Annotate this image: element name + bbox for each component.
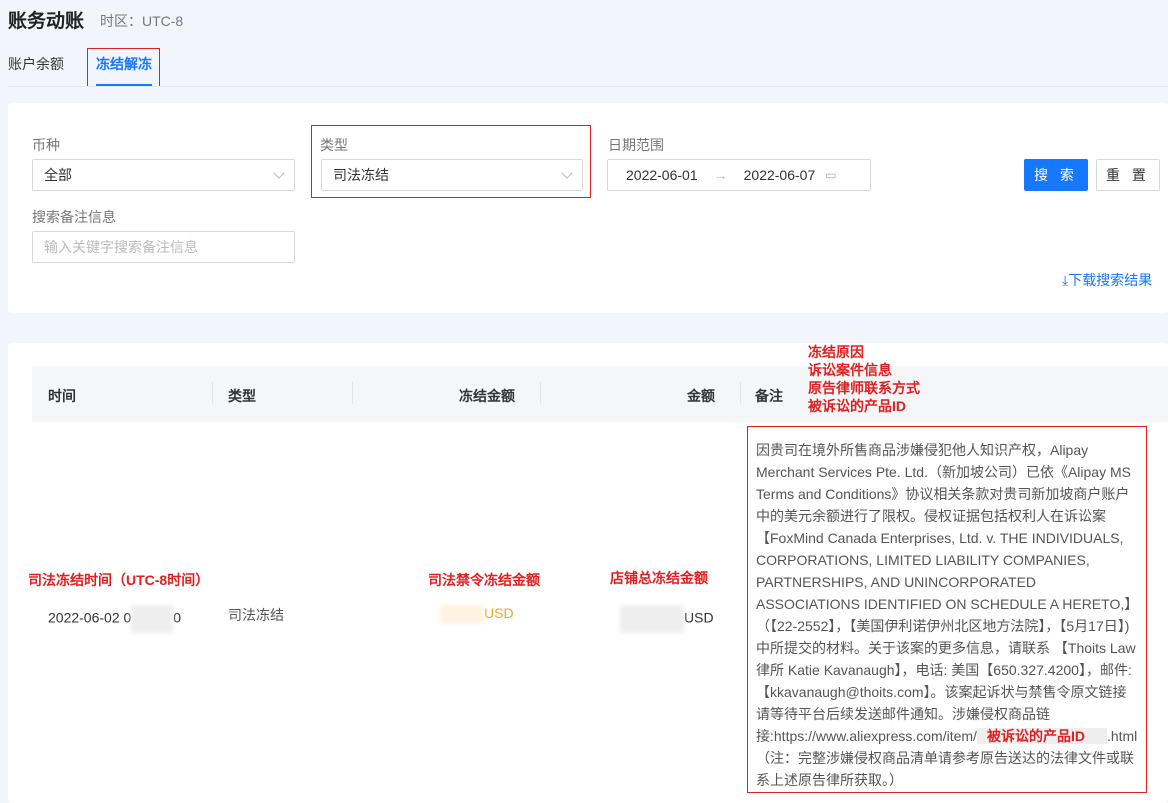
remark-text: 因贵司在境外所售商品涉嫌侵犯他人知识产权，Alipay Merchant Ser… [756,442,1136,744]
download-link[interactable]: ⤓下载搜索结果 [1062,270,1152,290]
date-range-picker[interactable]: 2022-06-01 → 2022-06-07 ▭ [607,159,871,191]
row-amount: USD [620,605,714,633]
currency-value: 全部 [44,167,72,183]
page-title: 账务动账 [8,11,85,32]
time-text: 2022-06-02 0 [48,609,132,626]
timezone-label: 时区：UTC-8 [100,13,184,29]
remark-search-input[interactable]: 输入关键字搜索备注信息 [32,231,295,263]
search-button[interactable]: 搜 索 [1024,159,1088,191]
col-divider [352,382,353,404]
col-time: 时间 [48,388,76,404]
blurred-value [131,605,174,633]
table-header [32,366,1168,422]
annotation-line: 诉讼案件信息 [808,362,892,378]
remark-annotation: 冻结原因 诉讼案件信息 原告律师联系方式 被诉讼的产品ID [808,343,920,415]
remark-search-placeholder: 输入关键字搜索备注信息 [44,239,198,255]
col-divider [540,382,541,404]
download-label: 下载搜索结果 [1068,272,1153,288]
time-text-end: 0 [173,609,182,626]
frozen-amount-annotation: 司法禁令冻结金额 [428,572,540,588]
row-time: 2022-06-02 0 0 [48,605,181,633]
row-type: 司法冻结 [228,607,284,623]
total-amount-annotation: 店铺总冻结金额 [610,570,708,586]
time-annotation: 司法冻结时间（UTC-8时间） [28,572,210,588]
remark-search-label: 搜索备注信息 [32,209,116,225]
reset-button[interactable]: 重 置 [1096,159,1160,191]
annotation-line: 原告律师联系方式 [808,380,920,396]
col-frozen-amount: 冻结金额 [459,388,515,404]
chevron-down-icon [273,167,285,179]
arrow-right-icon: → [713,167,728,183]
date-range-label: 日期范围 [608,137,664,153]
tab-account-balance[interactable]: 账户余额 [8,54,64,74]
col-type: 类型 [228,388,256,404]
tabs-divider [8,86,1168,87]
col-divider [212,382,213,404]
highlight-box [87,48,160,87]
calendar-icon: ▭ [825,168,837,182]
col-remark: 备注 [755,388,783,404]
currency-select[interactable]: 全部 [32,159,295,191]
row-frozen-amount: USD [440,605,514,624]
annotation-line: 冻结原因 [808,344,864,360]
col-divider [740,382,741,404]
currency-label: 币种 [32,137,60,153]
col-amount: 金额 [687,388,715,404]
highlight-box [311,125,591,198]
annotation-line: 被诉讼的产品ID [808,398,906,414]
currency: USD [684,609,714,626]
row-remark: 因贵司在境外所售商品涉嫌侵犯他人知识产权，Alipay Merchant Ser… [747,426,1147,793]
blurred-value [440,605,484,624]
blurred-value [620,605,684,633]
product-id-annotation: 被诉讼的产品ID [976,728,1107,744]
currency: USD [484,605,514,621]
start-date[interactable]: 2022-06-01 [626,167,698,183]
end-date[interactable]: 2022-06-07 [744,167,816,183]
